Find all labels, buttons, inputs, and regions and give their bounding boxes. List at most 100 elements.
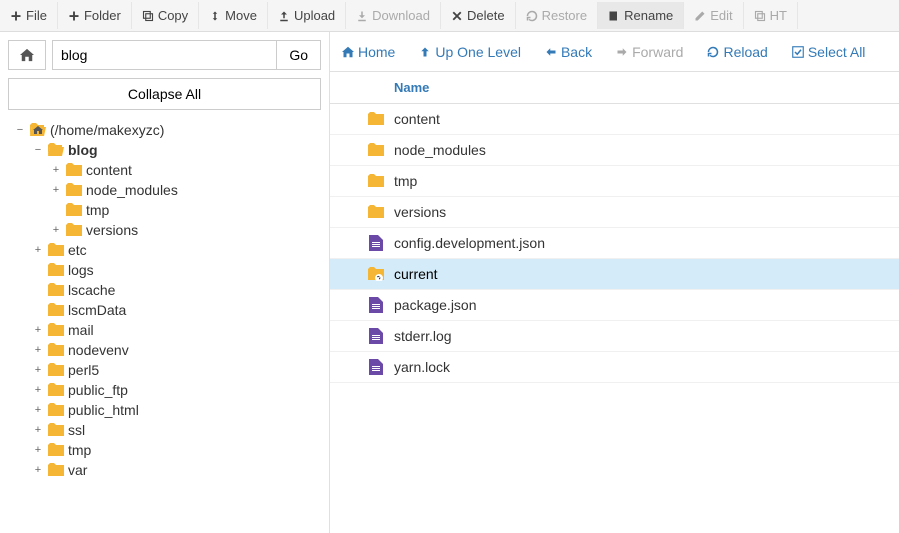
nav-forward-button[interactable]: Forward [616, 44, 683, 60]
file-row[interactable]: stderr.log [330, 321, 899, 352]
tree-node[interactable]: +public_ftp [14, 380, 321, 400]
htaccess-button[interactable]: HT [744, 2, 798, 29]
tree-toggle[interactable]: + [50, 164, 62, 176]
tree-toggle[interactable]: + [32, 424, 44, 436]
file-name: content [394, 111, 440, 127]
address-input[interactable] [53, 41, 276, 69]
file-row-icon [366, 143, 386, 157]
tree-toggle[interactable]: − [32, 144, 44, 156]
toolbar-label: Delete [467, 8, 505, 23]
nav-back-label: Back [561, 44, 592, 60]
tree-node[interactable]: −(/home/makexyzc) [14, 120, 321, 140]
rename-input[interactable] [394, 266, 594, 282]
collapse-all-button[interactable]: Collapse All [8, 78, 321, 110]
file-row[interactable]: package.json [330, 290, 899, 321]
home-button[interactable] [8, 40, 46, 70]
new-file-button[interactable]: File [0, 2, 58, 29]
file-name: package.json [394, 297, 477, 313]
tree-toggle[interactable]: + [32, 464, 44, 476]
tree-node[interactable]: +nodevenv [14, 340, 321, 360]
folder-link-icon [368, 267, 384, 281]
move-button[interactable]: Move [199, 2, 268, 29]
tree-toggle[interactable]: + [50, 224, 62, 236]
file-row[interactable]: yarn.lock [330, 352, 899, 383]
toolbar-label: Folder [84, 8, 121, 23]
tree-node[interactable]: +ssl [14, 420, 321, 440]
tree-node[interactable]: + public_html [14, 400, 321, 420]
tree-node-label: etc [68, 242, 87, 258]
arrow-left-icon [545, 46, 557, 58]
toolbar-label: Copy [158, 8, 188, 23]
download-button[interactable]: Download [346, 2, 441, 29]
file-row-icon [366, 359, 386, 375]
tree-node[interactable]: +var [14, 460, 321, 480]
restore-button[interactable]: Restore [516, 2, 599, 29]
tree-node-icon [48, 463, 64, 477]
tree-node-icon [48, 443, 64, 457]
tree-toggle[interactable]: + [32, 244, 44, 256]
tree-node-label: public_html [68, 402, 139, 418]
toolbar-label: HT [770, 8, 787, 23]
file-row[interactable]: tmp [330, 166, 899, 197]
file-row[interactable] [330, 259, 899, 290]
tree-toggle[interactable]: + [50, 184, 62, 196]
folder-icon [66, 183, 82, 197]
file-row[interactable]: content [330, 104, 899, 135]
tree-node[interactable]: + tmp [14, 440, 321, 460]
tree-toggle[interactable]: + [32, 384, 44, 396]
tree-node[interactable]: + etc [14, 240, 321, 260]
address-row: Go [8, 40, 321, 70]
folder-icon [48, 243, 64, 257]
copy-button[interactable]: Copy [132, 2, 199, 29]
upload-button[interactable]: Upload [268, 2, 346, 29]
column-name[interactable]: Name [342, 80, 429, 95]
nav-select-all-button[interactable]: Select All [792, 44, 866, 60]
tree-toggle[interactable]: + [32, 444, 44, 456]
tree-node[interactable]: −blog [14, 140, 321, 160]
new-folder-button[interactable]: Folder [58, 2, 132, 29]
list-header: Name [330, 72, 899, 104]
edit-button[interactable]: Edit [684, 2, 743, 29]
tree-toggle[interactable]: + [32, 344, 44, 356]
tree-node[interactable]: lscache [14, 280, 321, 300]
go-button[interactable]: Go [276, 41, 320, 69]
tree-node[interactable]: lscmData [14, 300, 321, 320]
rename-button[interactable]: Rename [598, 2, 684, 29]
tree-node[interactable]: +versions [14, 220, 321, 240]
folder-icon [66, 203, 82, 217]
file-icon [369, 328, 383, 344]
file-row[interactable]: config.development.json [330, 228, 899, 259]
nav-up-button[interactable]: Up One Level [419, 44, 521, 60]
tree-node-label: node_modules [86, 182, 178, 198]
tree-toggle[interactable]: − [14, 124, 26, 136]
file-row-icon [366, 174, 386, 188]
tree-node-label: lscache [68, 282, 115, 298]
tree-toggle[interactable]: + [32, 404, 44, 416]
tree-node-icon [66, 183, 82, 197]
file-row[interactable]: node_modules [330, 135, 899, 166]
tree-node-icon [66, 223, 82, 237]
delete-button[interactable]: Delete [441, 2, 516, 29]
nav-forward-label: Forward [632, 44, 683, 60]
nav-reload-label: Reload [723, 44, 767, 60]
main-area: Go Collapse All −(/home/makexyzc)−blog+c… [0, 32, 899, 533]
home-icon [20, 48, 34, 62]
file-row-icon [366, 297, 386, 313]
tree-node[interactable]: +content [14, 160, 321, 180]
tree-toggle[interactable]: + [32, 364, 44, 376]
file-row-icon [366, 328, 386, 344]
tree-node[interactable]: +perl5 [14, 360, 321, 380]
nav-back-button[interactable]: Back [545, 44, 592, 60]
tree-toggle[interactable]: + [32, 324, 44, 336]
nav-reload-button[interactable]: Reload [707, 44, 767, 60]
nav-home-button[interactable]: Home [342, 44, 395, 60]
file-row[interactable]: versions [330, 197, 899, 228]
tree-node[interactable]: logs [14, 260, 321, 280]
tree-node[interactable]: +mail [14, 320, 321, 340]
tree-node[interactable]: + node_modules [14, 180, 321, 200]
tree-node[interactable]: tmp [14, 200, 321, 220]
tree-node-label: tmp [68, 442, 91, 458]
nav-select-all-label: Select All [808, 44, 866, 60]
file-row-icon [366, 112, 386, 126]
folder-icon [48, 423, 64, 437]
